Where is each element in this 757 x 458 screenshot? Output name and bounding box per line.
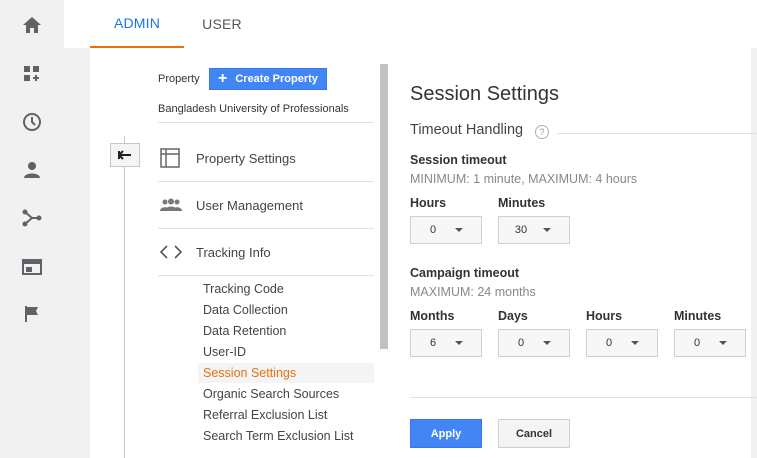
- share-icon[interactable]: [20, 206, 44, 230]
- property-name[interactable]: Bangladesh University of Professionals: [158, 103, 349, 115]
- session-hours-label: Hours: [410, 196, 447, 210]
- campaign-hours-label: Hours: [586, 309, 623, 323]
- nav-scrollbar[interactable]: [380, 64, 388, 349]
- property-label: Property: [158, 73, 200, 85]
- back-arrow-icon: [118, 150, 131, 160]
- flag-icon[interactable]: [20, 302, 44, 326]
- sub-item-referral-exclusion-list[interactable]: Referral Exclusion List: [203, 408, 327, 422]
- create-property-label: Create Property: [235, 73, 318, 85]
- nav-user-management[interactable]: User Management: [160, 182, 374, 228]
- left-icon-rail: [0, 0, 64, 458]
- back-button[interactable]: [110, 143, 140, 167]
- left-gutter: [64, 48, 90, 458]
- nav-tracking-info[interactable]: Tracking Info: [160, 229, 374, 275]
- campaign-months-label: Months: [410, 309, 455, 323]
- caret-down-icon: [631, 341, 639, 345]
- session-hours-dropdown[interactable]: 0: [410, 216, 482, 244]
- caret-down-icon: [719, 341, 727, 345]
- nav-property-settings-label: Property Settings: [196, 150, 296, 166]
- sub-item-user-id[interactable]: User-ID: [203, 345, 246, 359]
- plus-icon: +: [218, 70, 228, 87]
- sub-item-tracking-code[interactable]: Tracking Code: [203, 282, 284, 296]
- session-minutes-dropdown[interactable]: 30: [498, 216, 570, 244]
- session-timeout-label: Session timeout: [410, 153, 507, 167]
- caret-down-icon: [543, 228, 551, 232]
- form-divider: [410, 397, 757, 398]
- apply-button[interactable]: Apply: [410, 419, 482, 448]
- nav-user-management-label: User Management: [196, 197, 303, 213]
- caret-down-icon: [543, 341, 551, 345]
- home-icon[interactable]: [20, 13, 44, 37]
- campaign-hours-value: 0: [605, 337, 613, 349]
- divider: [158, 275, 374, 276]
- campaign-timeout-hint: MAXIMUM: 24 months: [410, 285, 536, 299]
- nav-property-settings[interactable]: Property Settings: [160, 135, 374, 181]
- tab-admin[interactable]: ADMIN: [90, 0, 184, 48]
- sub-item-search-term-exclusion-list[interactable]: Search Term Exclusion List: [203, 429, 354, 443]
- create-property-button[interactable]: + Create Property: [209, 68, 327, 90]
- campaign-hours-dropdown[interactable]: 0: [586, 329, 658, 357]
- campaign-timeout-label: Campaign timeout: [410, 266, 520, 280]
- clock-icon[interactable]: [20, 110, 44, 134]
- page-title: Session Settings: [410, 83, 559, 105]
- nav-tracking-info-label: Tracking Info: [196, 244, 271, 260]
- sub-item-data-collection[interactable]: Data Collection: [203, 303, 288, 317]
- caret-down-icon: [455, 341, 463, 345]
- section-title: Timeout Handling: [410, 122, 524, 138]
- campaign-months-dropdown[interactable]: 6: [410, 329, 482, 357]
- tab-user[interactable]: USER: [190, 0, 254, 48]
- people-icon: [160, 198, 196, 212]
- cancel-button[interactable]: Cancel: [498, 419, 570, 448]
- campaign-days-label: Days: [498, 309, 528, 323]
- session-minutes-value: 30: [514, 224, 528, 236]
- column-divider: [124, 136, 125, 458]
- divider: [158, 122, 374, 123]
- session-timeout-hint: MINIMUM: 1 minute, MAXIMUM: 4 hours: [410, 172, 638, 186]
- person-icon[interactable]: [20, 158, 44, 182]
- dashboard-icon[interactable]: [20, 62, 44, 86]
- campaign-months-value: 6: [429, 337, 437, 349]
- sub-item-session-settings[interactable]: Session Settings: [198, 363, 374, 383]
- property-settings-icon: [160, 148, 196, 168]
- campaign-days-value: 0: [517, 337, 525, 349]
- help-icon[interactable]: ?: [535, 125, 549, 139]
- section-divider: [557, 133, 757, 134]
- campaign-minutes-value: 0: [693, 337, 701, 349]
- caret-down-icon: [455, 228, 463, 232]
- sub-item-data-retention[interactable]: Data Retention: [203, 324, 286, 338]
- code-icon: [160, 245, 196, 259]
- campaign-minutes-label: Minutes: [674, 309, 722, 323]
- sub-item-organic-search-sources[interactable]: Organic Search Sources: [203, 387, 339, 401]
- top-tab-bar: ADMIN USER: [64, 0, 757, 48]
- session-minutes-label: Minutes: [498, 196, 546, 210]
- campaign-minutes-dropdown[interactable]: 0: [674, 329, 746, 357]
- session-hours-value: 0: [429, 224, 437, 236]
- display-icon[interactable]: [20, 255, 44, 279]
- campaign-days-dropdown[interactable]: 0: [498, 329, 570, 357]
